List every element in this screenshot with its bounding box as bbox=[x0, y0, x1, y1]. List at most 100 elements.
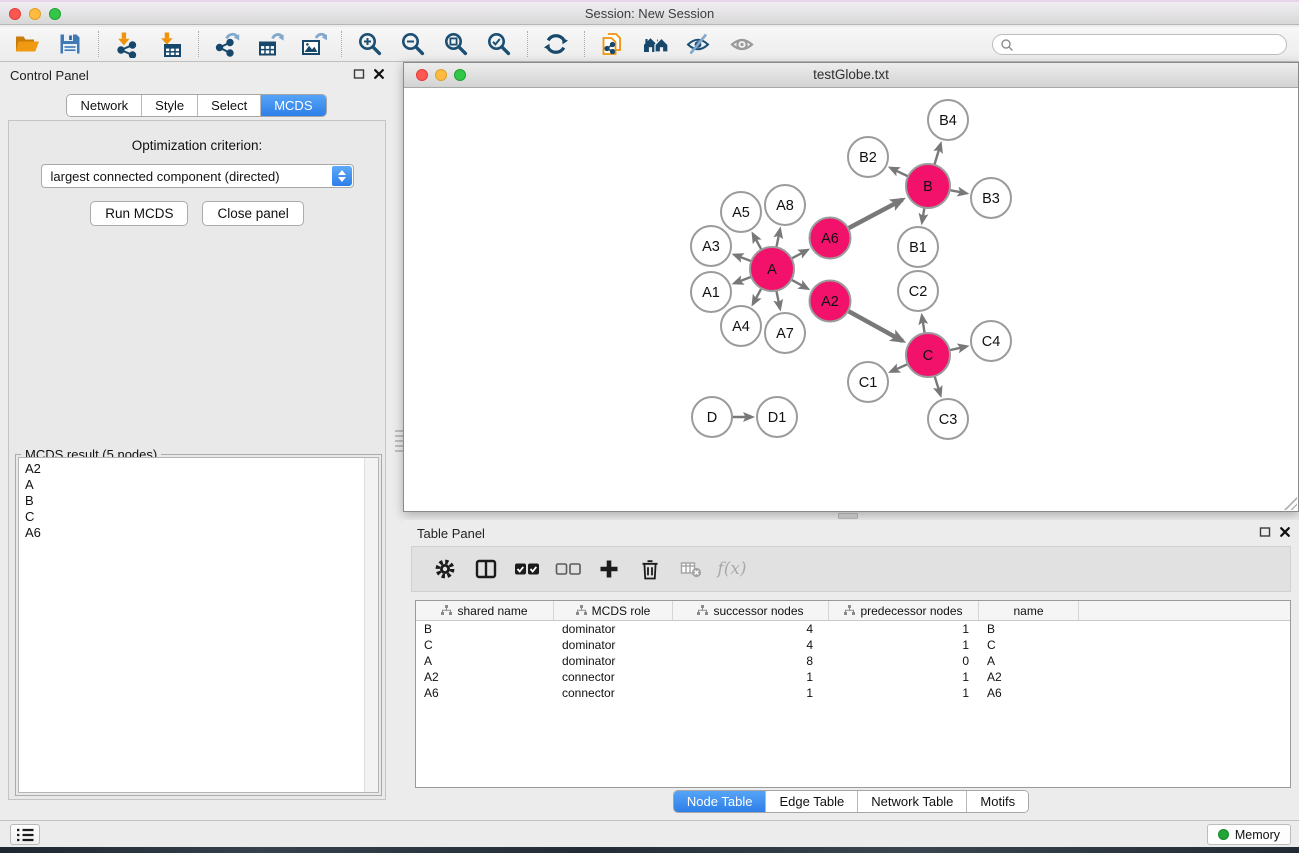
node-A7[interactable]: A7 bbox=[765, 313, 805, 353]
close-panel-icon[interactable] bbox=[373, 68, 385, 83]
table-cell: 1 bbox=[673, 685, 829, 701]
refresh-layout-icon[interactable] bbox=[541, 29, 571, 59]
criterion-dropdown[interactable]: largest connected component (directed) bbox=[41, 164, 354, 188]
column-header-MCDS-role[interactable]: MCDS role bbox=[554, 601, 673, 620]
tab-mcds[interactable]: MCDS bbox=[260, 95, 325, 116]
tab-network[interactable]: Network bbox=[67, 95, 141, 116]
open-folder-icon[interactable] bbox=[12, 29, 42, 59]
node-A4[interactable]: A4 bbox=[721, 306, 761, 346]
column-header-predecessor-nodes[interactable]: predecessor nodes bbox=[829, 601, 979, 620]
houses-icon[interactable] bbox=[641, 29, 671, 59]
node-C1[interactable]: C1 bbox=[848, 362, 888, 402]
table-cell: 1 bbox=[829, 669, 979, 685]
node-C[interactable]: C bbox=[906, 333, 950, 377]
node-B3[interactable]: B3 bbox=[971, 178, 1011, 218]
network-document-icon[interactable] bbox=[598, 29, 628, 59]
search-input[interactable] bbox=[992, 34, 1287, 55]
network-window-titlebar[interactable]: testGlobe.txt bbox=[404, 63, 1298, 88]
deselect-all-checkboxes-icon[interactable] bbox=[555, 554, 581, 584]
result-list-scrollbar[interactable] bbox=[364, 458, 378, 792]
export-network-icon[interactable] bbox=[212, 29, 242, 59]
vertical-splitter-grip[interactable] bbox=[395, 430, 403, 452]
add-column-icon[interactable] bbox=[596, 554, 622, 584]
node-A1[interactable]: A1 bbox=[691, 272, 731, 312]
network-window: testGlobe.txt B4 B2 B B3 A8A5 A6 A3 B1 A A1 C2 A2 A4… bbox=[403, 62, 1299, 512]
table-row[interactable]: Cdominator41C bbox=[416, 637, 1290, 653]
node-C3[interactable]: C3 bbox=[928, 399, 968, 439]
column-header-shared-name[interactable]: shared name bbox=[416, 601, 554, 620]
export-image-icon[interactable] bbox=[298, 29, 328, 59]
gear-icon[interactable] bbox=[432, 554, 458, 584]
delete-column-icon[interactable] bbox=[637, 554, 663, 584]
function-icon[interactable]: f(x) bbox=[719, 554, 745, 584]
node-C2[interactable]: C2 bbox=[898, 271, 938, 311]
node-D1[interactable]: D1 bbox=[757, 397, 797, 437]
task-history-button[interactable] bbox=[10, 824, 40, 845]
table-cell: dominator bbox=[554, 637, 673, 653]
export-table-icon[interactable] bbox=[255, 29, 285, 59]
node-D[interactable]: D bbox=[692, 397, 732, 437]
import-network-icon[interactable] bbox=[112, 29, 142, 59]
column-header-name[interactable]: name bbox=[979, 601, 1079, 620]
node-label: D bbox=[707, 410, 717, 426]
mcds-result-item: A bbox=[19, 477, 378, 493]
run-mcds-button[interactable]: Run MCDS bbox=[90, 201, 188, 226]
zoom-selected-icon[interactable] bbox=[484, 29, 514, 59]
mcds-tab-content: Optimization criterion: largest connecte… bbox=[8, 120, 386, 800]
node-B1[interactable]: B1 bbox=[898, 227, 938, 267]
node-A[interactable]: A bbox=[750, 247, 794, 291]
tab-network-table[interactable]: Network Table bbox=[857, 791, 966, 812]
select-all-checkboxes-icon[interactable] bbox=[514, 554, 540, 584]
table-row[interactable]: A2connector11A2 bbox=[416, 669, 1290, 685]
memory-button[interactable]: Memory bbox=[1207, 824, 1291, 845]
node-B[interactable]: B bbox=[906, 164, 950, 208]
tab-select[interactable]: Select bbox=[197, 95, 260, 116]
table-row[interactable]: A6connector11A6 bbox=[416, 685, 1290, 701]
delete-table-icon[interactable] bbox=[678, 554, 704, 584]
table-row[interactable]: Adominator80A bbox=[416, 653, 1290, 669]
hide-eye-icon[interactable] bbox=[684, 29, 714, 59]
control-panel-title: Control Panel bbox=[10, 68, 89, 83]
node-C4[interactable]: C4 bbox=[971, 321, 1011, 361]
import-table-icon[interactable] bbox=[155, 29, 185, 59]
float-panel-icon[interactable] bbox=[1259, 526, 1271, 541]
node-label: A4 bbox=[732, 319, 750, 335]
table-cell: 8 bbox=[673, 653, 829, 669]
node-label: A1 bbox=[702, 285, 720, 301]
tab-node-table[interactable]: Node Table bbox=[674, 791, 766, 812]
table-row[interactable]: Bdominator41B bbox=[416, 621, 1290, 637]
show-eye-icon[interactable] bbox=[727, 29, 757, 59]
network-canvas[interactable]: B4 B2 B B3 A8A5 A6 A3 B1 A A1 C2 A2 A4 A7 C4 C C1 C3 D D1 bbox=[404, 88, 1298, 511]
node-B2[interactable]: B2 bbox=[848, 137, 888, 177]
tab-edge-table[interactable]: Edge Table bbox=[765, 791, 857, 812]
node-A5[interactable]: A5 bbox=[721, 192, 761, 232]
table-cell: dominator bbox=[554, 653, 673, 669]
node-B4[interactable]: B4 bbox=[928, 100, 968, 140]
tab-motifs[interactable]: Motifs bbox=[966, 791, 1028, 812]
table-header-row: shared nameMCDS rolesuccessor nodesprede… bbox=[416, 601, 1290, 621]
node-A2[interactable]: A2 bbox=[810, 281, 851, 322]
node-label: B3 bbox=[982, 191, 1000, 207]
close-panel-button[interactable]: Close panel bbox=[202, 201, 303, 226]
node-A6[interactable]: A6 bbox=[810, 218, 851, 259]
node-label: B bbox=[923, 179, 933, 195]
node-label: A6 bbox=[821, 231, 839, 247]
split-columns-icon[interactable] bbox=[473, 554, 499, 584]
control-panel-tabs: NetworkStyleSelectMCDS bbox=[66, 94, 326, 117]
tab-style[interactable]: Style bbox=[141, 95, 197, 116]
node-table: shared nameMCDS rolesuccessor nodesprede… bbox=[415, 600, 1291, 788]
column-header-filler bbox=[1079, 601, 1290, 620]
zoom-out-icon[interactable] bbox=[398, 29, 428, 59]
node-label: A7 bbox=[776, 326, 794, 342]
float-panel-icon[interactable] bbox=[353, 68, 365, 83]
close-panel-icon[interactable] bbox=[1279, 526, 1291, 541]
horizontal-splitter-grip[interactable] bbox=[838, 513, 858, 519]
column-header-successor-nodes[interactable]: successor nodes bbox=[673, 601, 829, 620]
mcds-result-list: A2ABCA6 bbox=[18, 457, 379, 793]
node-A8[interactable]: A8 bbox=[765, 185, 805, 225]
save-icon[interactable] bbox=[55, 29, 85, 59]
desktop-background-strip bbox=[0, 847, 1299, 853]
zoom-in-icon[interactable] bbox=[355, 29, 385, 59]
node-A3[interactable]: A3 bbox=[691, 226, 731, 266]
zoom-fit-icon[interactable] bbox=[441, 29, 471, 59]
